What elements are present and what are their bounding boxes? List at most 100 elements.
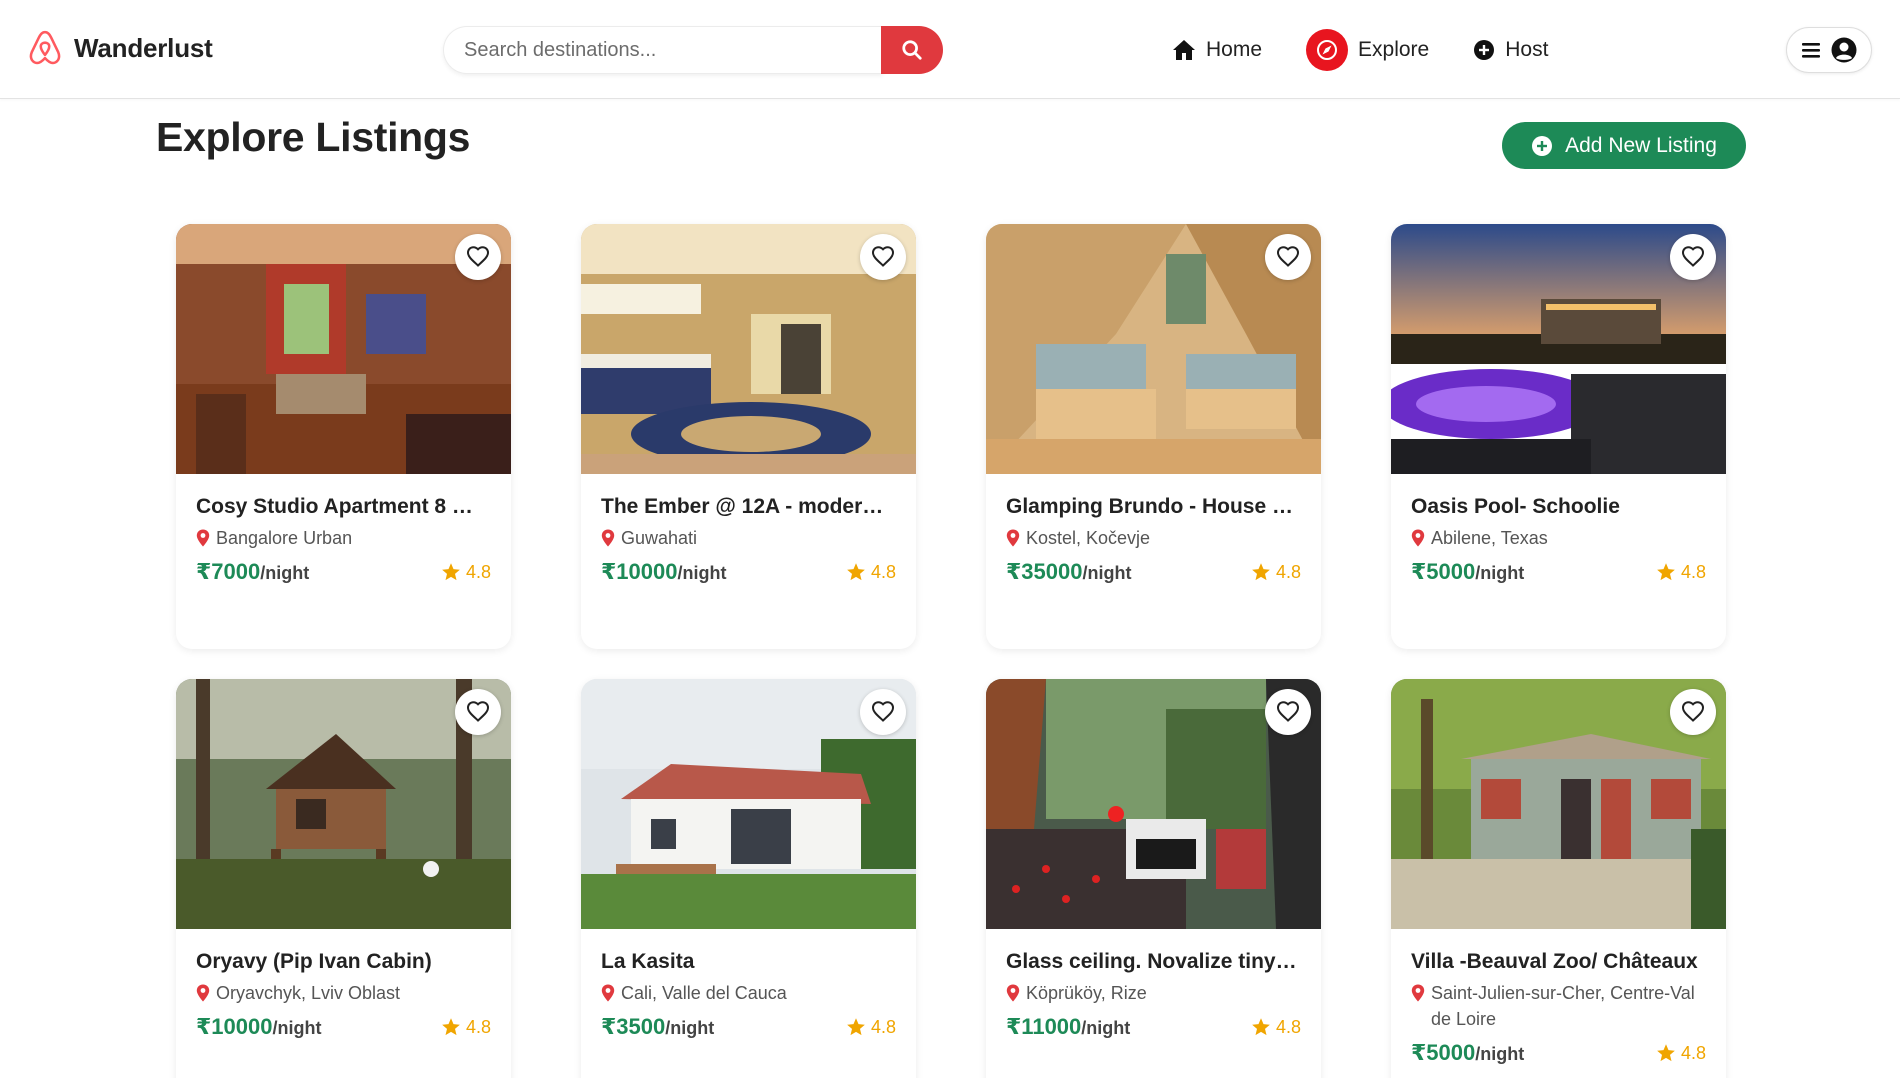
search-icon bbox=[902, 40, 922, 60]
nav-host[interactable]: Host bbox=[1473, 28, 1548, 72]
listing-rating-value: 4.8 bbox=[465, 1016, 491, 1037]
listing-card[interactable]: La Kasita Cali, Valle del Cauca ₹3500/ni… bbox=[581, 679, 916, 1078]
listing-title[interactable]: Oasis Pool- Schoolie bbox=[1411, 494, 1706, 520]
star-icon bbox=[1251, 562, 1271, 582]
listing-rating: 4.8 bbox=[441, 562, 491, 583]
listing-title[interactable]: Glass ceiling. Novalize tinyh... bbox=[1006, 949, 1301, 975]
listing-image[interactable] bbox=[176, 224, 511, 474]
star-icon bbox=[1656, 562, 1676, 582]
listing-title[interactable]: Cosy Studio Apartment 8 @ ... bbox=[196, 494, 491, 520]
nav-links: Home Explore Host bbox=[1172, 28, 1592, 72]
star-icon bbox=[441, 562, 461, 582]
listing-price-unit: /night bbox=[1475, 563, 1525, 583]
heart-icon bbox=[871, 700, 895, 724]
listing-card[interactable]: Oasis Pool- Schoolie Abilene, Texas ₹500… bbox=[1391, 224, 1726, 649]
listing-location-text: Cali, Valle del Cauca bbox=[621, 983, 787, 1003]
navbar: Wanderlust Home Explore Hos bbox=[0, 0, 1900, 99]
listing-price-unit: /night bbox=[677, 563, 727, 583]
listing-location: Guwahati bbox=[601, 525, 896, 551]
listing-price: ₹10000 bbox=[196, 1014, 273, 1039]
listing-rating: 4.8 bbox=[1251, 1017, 1301, 1038]
heart-icon bbox=[466, 245, 490, 269]
listing-price: ₹35000 bbox=[1006, 559, 1083, 584]
heart-icon bbox=[871, 245, 895, 269]
search-button[interactable] bbox=[881, 26, 943, 74]
listing-image[interactable] bbox=[581, 679, 916, 929]
nav-home[interactable]: Home bbox=[1172, 28, 1262, 72]
location-pin-icon bbox=[196, 984, 210, 1002]
listing-location-text: Kostel, Kočevje bbox=[1026, 528, 1151, 548]
listing-rating-value: 4.8 bbox=[870, 561, 896, 582]
user-menu-button[interactable] bbox=[1786, 27, 1872, 73]
listing-card[interactable]: Cosy Studio Apartment 8 @ ... Bangalore … bbox=[176, 224, 511, 649]
favorite-button[interactable] bbox=[1670, 234, 1716, 280]
location-pin-icon bbox=[1411, 529, 1425, 547]
listing-price-unit: /night bbox=[260, 563, 310, 583]
listing-image[interactable] bbox=[986, 679, 1321, 929]
search-bar bbox=[443, 26, 943, 74]
listing-rating-value: 4.8 bbox=[1680, 1042, 1706, 1063]
listing-image[interactable] bbox=[986, 224, 1321, 474]
location-pin-icon bbox=[1006, 529, 1020, 547]
menu-icon bbox=[1802, 43, 1820, 58]
heart-icon bbox=[1276, 700, 1300, 724]
heart-icon bbox=[466, 700, 490, 724]
star-icon bbox=[1251, 1017, 1271, 1037]
listing-location-text: Bangalore Urban bbox=[216, 528, 353, 548]
user-icon bbox=[1831, 37, 1857, 63]
listing-title[interactable]: Villa -Beauval Zoo/ Châteaux bbox=[1411, 949, 1706, 975]
favorite-button[interactable] bbox=[455, 234, 501, 280]
listing-price: ₹7000 bbox=[196, 559, 261, 584]
star-icon bbox=[1656, 1043, 1676, 1063]
listing-location: Saint-Julien-sur-Cher, Centre-Val de Loi… bbox=[1411, 980, 1706, 1032]
page-title: Explore Listings bbox=[156, 114, 471, 160]
nav-home-label: Home bbox=[1206, 38, 1263, 61]
favorite-button[interactable] bbox=[1265, 689, 1311, 735]
listing-location-text: Guwahati bbox=[621, 528, 698, 548]
listing-title[interactable]: Oryavy (Pip Ivan Cabin) bbox=[196, 949, 491, 975]
listing-rating-value: 4.8 bbox=[870, 1016, 896, 1037]
nav-explore[interactable]: Explore bbox=[1306, 28, 1429, 72]
search-input[interactable] bbox=[443, 26, 883, 74]
listing-title[interactable]: Glamping Brundo - House Pe... bbox=[1006, 494, 1301, 520]
brand[interactable]: Wanderlust bbox=[28, 30, 213, 66]
listing-title[interactable]: La Kasita bbox=[601, 949, 896, 975]
listing-image[interactable] bbox=[1391, 224, 1726, 474]
listing-location-text: Oryavchyk, Lviv Oblast bbox=[216, 983, 401, 1003]
listing-price: ₹3500 bbox=[601, 1014, 666, 1039]
listing-title[interactable]: The Ember @ 12A - modern d... bbox=[601, 494, 896, 520]
add-new-listing-label: Add New Listing bbox=[1565, 133, 1717, 157]
listing-location: Bangalore Urban bbox=[196, 525, 491, 551]
listing-price: ₹10000 bbox=[601, 559, 678, 584]
listing-image[interactable] bbox=[581, 224, 916, 474]
listing-rating-value: 4.8 bbox=[465, 561, 491, 582]
listing-rating: 4.8 bbox=[1656, 562, 1706, 583]
listing-price: ₹5000 bbox=[1411, 1040, 1476, 1065]
listing-image[interactable] bbox=[1391, 679, 1726, 929]
listing-card[interactable]: Glass ceiling. Novalize tinyh... Köprükö… bbox=[986, 679, 1321, 1078]
listing-card[interactable]: Glamping Brundo - House Pe... Kostel, Ko… bbox=[986, 224, 1321, 649]
add-new-listing-button[interactable]: Add New Listing bbox=[1502, 122, 1746, 169]
nav-host-label: Host bbox=[1505, 38, 1549, 61]
listing-card[interactable]: The Ember @ 12A - modern d... Guwahati ₹… bbox=[581, 224, 916, 649]
listing-card[interactable]: Oryavy (Pip Ivan Cabin) Oryavchyk, Lviv … bbox=[176, 679, 511, 1078]
plus-circle-icon bbox=[1473, 39, 1495, 61]
star-icon bbox=[441, 1017, 461, 1037]
listing-rating: 4.8 bbox=[1251, 562, 1301, 583]
favorite-button[interactable] bbox=[1670, 689, 1716, 735]
listing-price: ₹11000 bbox=[1006, 1014, 1082, 1039]
listing-price-unit: /night bbox=[1475, 1044, 1525, 1064]
favorite-button[interactable] bbox=[455, 689, 501, 735]
listing-price-unit: /night bbox=[1082, 563, 1132, 583]
listing-location: Kostel, Kočevje bbox=[1006, 525, 1301, 551]
favorite-button[interactable] bbox=[1265, 234, 1311, 280]
location-pin-icon bbox=[1006, 984, 1020, 1002]
listing-location-text: Köprüköy, Rize bbox=[1026, 983, 1147, 1003]
favorite-button[interactable] bbox=[860, 234, 906, 280]
listing-rating-value: 4.8 bbox=[1275, 561, 1301, 582]
plus-circle-icon bbox=[1532, 135, 1553, 156]
listing-rating-value: 4.8 bbox=[1275, 1016, 1301, 1037]
favorite-button[interactable] bbox=[860, 689, 906, 735]
listing-card[interactable]: Villa -Beauval Zoo/ Châteaux Saint-Julie… bbox=[1391, 679, 1726, 1078]
listing-image[interactable] bbox=[176, 679, 511, 929]
